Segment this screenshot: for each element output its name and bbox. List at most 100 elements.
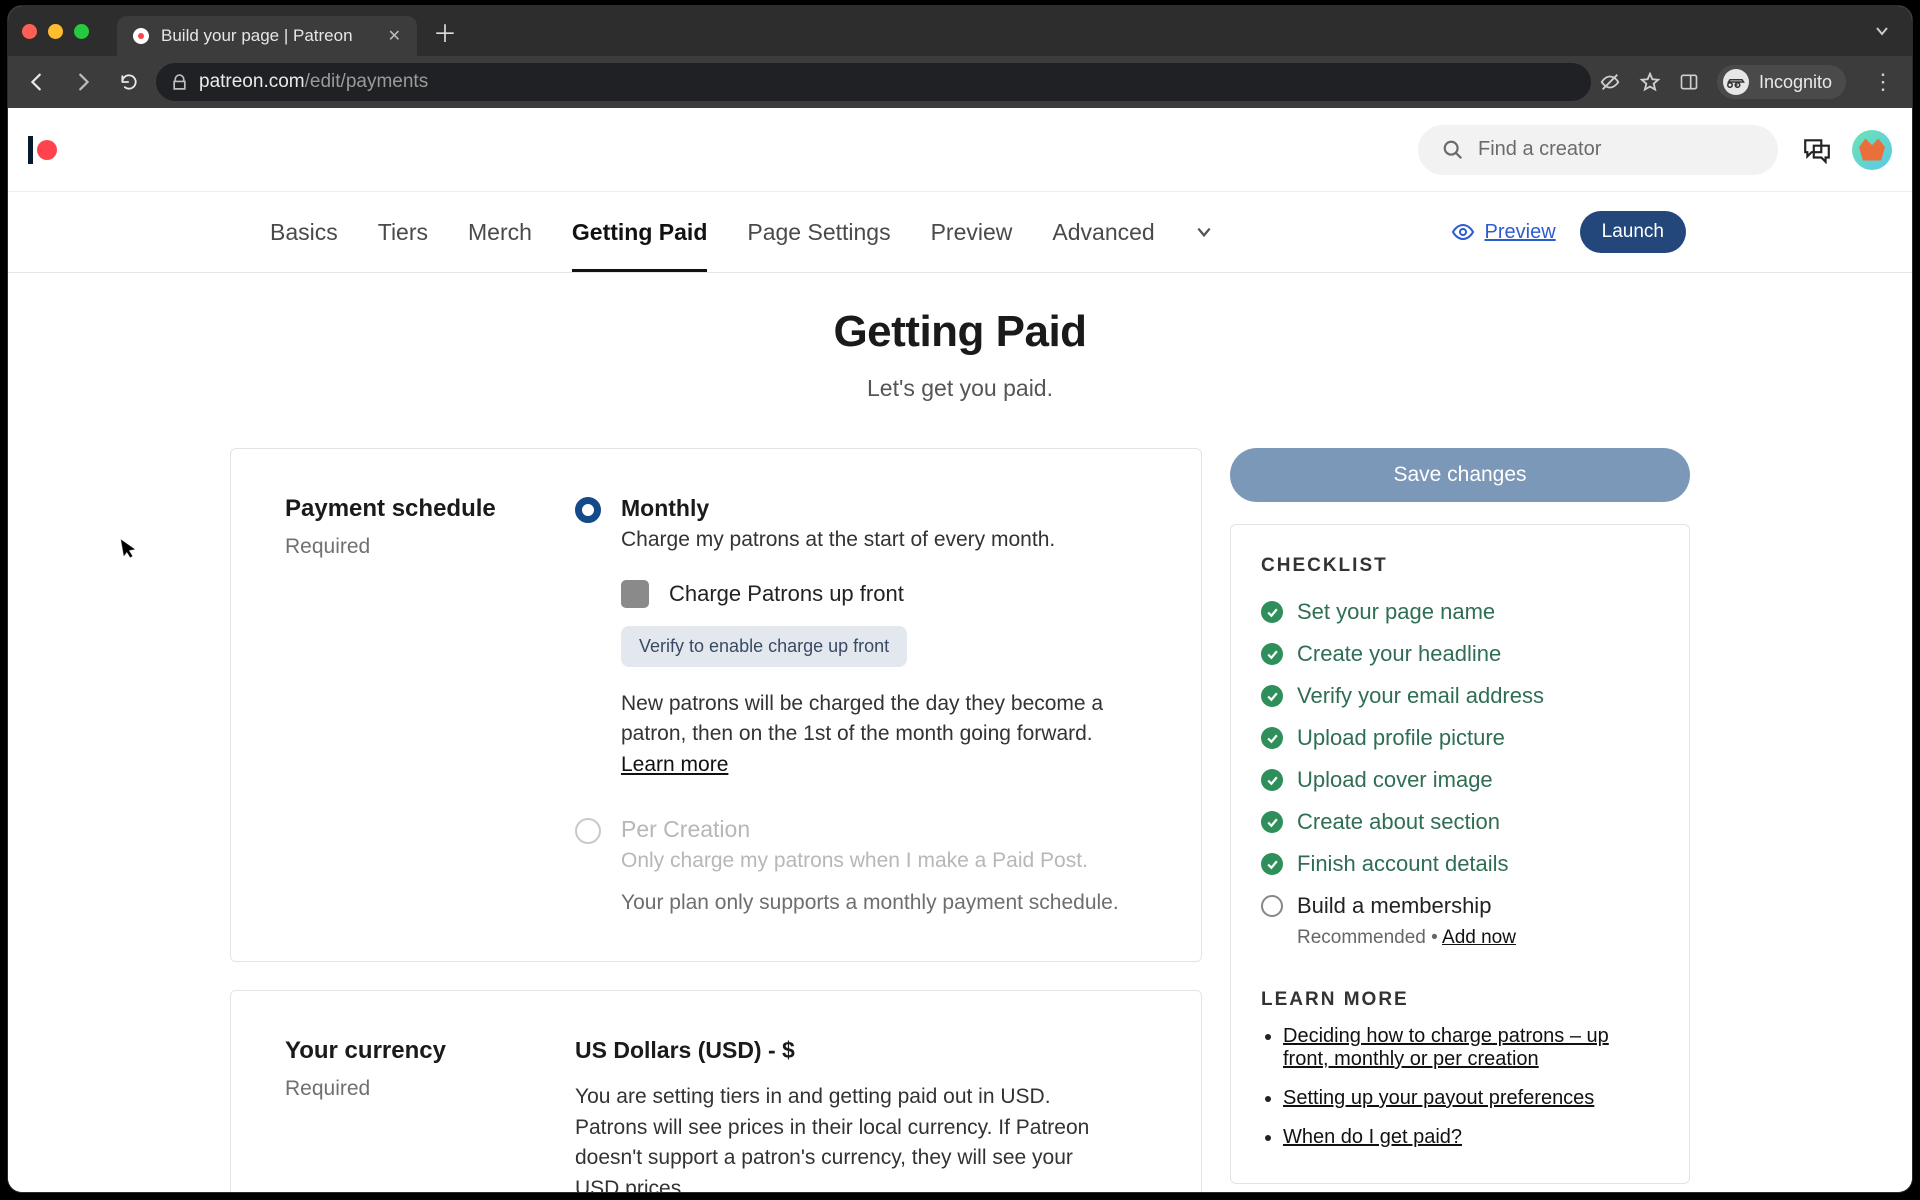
page-tabs: Basics Tiers Merch Getting Paid Page Set… (230, 192, 1690, 272)
tab-title: Build your page | Patreon (161, 26, 376, 46)
payment-schedule-heading: Payment schedule (285, 495, 535, 523)
charge-upfront-label: Charge Patrons up front (669, 581, 904, 607)
add-now-link[interactable]: Add now (1442, 927, 1516, 948)
check-icon (1261, 769, 1283, 791)
tab-basics[interactable]: Basics (270, 193, 338, 272)
url-path: /edit/payments (305, 71, 429, 92)
lock-icon (172, 74, 187, 91)
required-label: Required (285, 535, 535, 559)
checklist-item-label: Upload profile picture (1297, 725, 1505, 751)
currency-value: US Dollars (USD) - $ (575, 1037, 1147, 1064)
incognito-label: Incognito (1759, 72, 1832, 93)
star-icon[interactable] (1639, 71, 1661, 93)
tabs-more-icon[interactable] (1195, 223, 1213, 241)
app-header: Find a creator (8, 108, 1912, 192)
payment-schedule-card: Payment schedule Required Monthly Charge… (230, 448, 1202, 962)
tabs-overflow-icon[interactable] (1874, 23, 1890, 39)
patreon-logo[interactable] (28, 136, 57, 164)
checklist-item[interactable]: Create about section (1261, 809, 1659, 835)
window-controls (22, 24, 89, 39)
window-zoom[interactable] (74, 24, 89, 39)
check-icon (1261, 643, 1283, 665)
search-input[interactable]: Find a creator (1418, 125, 1778, 175)
tab-tiers[interactable]: Tiers (378, 193, 428, 272)
tab-favicon (133, 28, 149, 44)
launch-button[interactable]: Launch (1580, 211, 1686, 253)
radio-monthly-desc: Charge my patrons at the start of every … (621, 528, 1055, 552)
currency-heading: Your currency (285, 1037, 535, 1065)
checklist-item[interactable]: Verify your email address (1261, 683, 1659, 709)
checklist-item[interactable]: Build a membership (1261, 893, 1659, 919)
checklist-item-label: Finish account details (1297, 851, 1509, 877)
window-close[interactable] (22, 24, 37, 39)
checklist-heading: CHECKLIST (1261, 555, 1659, 577)
radio-per-creation-title: Per Creation (621, 816, 1088, 843)
checklist-item[interactable]: Set your page name (1261, 599, 1659, 625)
save-changes-button[interactable]: Save changes (1230, 448, 1690, 502)
checkbox-icon (621, 580, 649, 608)
browser-menu-icon[interactable]: ⋮ (1872, 69, 1894, 95)
search-icon (1442, 139, 1464, 161)
charge-upfront-checkbox[interactable]: Charge Patrons up front (621, 580, 1147, 608)
user-avatar[interactable] (1852, 130, 1892, 170)
new-tab-button[interactable]: ＋ (433, 14, 457, 49)
verify-upfront-pill[interactable]: Verify to enable charge up front (621, 626, 907, 667)
browser-tab-strip: Build your page | Patreon ✕ ＋ (8, 6, 1912, 56)
checklist-item[interactable]: Upload profile picture (1261, 725, 1659, 751)
window-minimize[interactable] (48, 24, 63, 39)
checklist-item[interactable]: Finish account details (1261, 851, 1659, 877)
checklist-card: CHECKLIST Set your page name Create your … (1230, 524, 1690, 1184)
upfront-info-text: New patrons will be charged the day they… (621, 689, 1147, 780)
check-icon (1261, 853, 1283, 875)
tab-getting-paid[interactable]: Getting Paid (572, 193, 707, 272)
checklist-item[interactable]: Create your headline (1261, 641, 1659, 667)
check-icon (1261, 685, 1283, 707)
learn-more-link[interactable]: Deciding how to charge patrons – up fron… (1283, 1025, 1609, 1070)
required-label: Required (285, 1077, 535, 1101)
currency-card: Your currency Required US Dollars (USD) … (230, 990, 1202, 1192)
check-icon (1261, 601, 1283, 623)
address-bar[interactable]: patreon.com/edit/payments (156, 63, 1591, 101)
tab-advanced[interactable]: Advanced (1052, 193, 1154, 272)
nav-reload-button[interactable] (110, 63, 148, 101)
radio-monthly-title: Monthly (621, 495, 1055, 522)
radio-per-creation: Per Creation Only charge my patrons when… (575, 816, 1147, 873)
check-icon (1261, 811, 1283, 833)
nav-forward-button[interactable] (64, 63, 102, 101)
radio-per-creation-desc: Only charge my patrons when I make a Pai… (621, 849, 1088, 873)
learn-more-item: Deciding how to charge patrons – up fron… (1283, 1025, 1659, 1071)
incognito-chip[interactable]: Incognito (1717, 65, 1846, 99)
checklist-item-label: Build a membership (1297, 893, 1491, 919)
tab-page-settings[interactable]: Page Settings (747, 193, 890, 272)
learn-more-link[interactable]: Setting up your payout preferences (1283, 1087, 1594, 1109)
tab-merch[interactable]: Merch (468, 193, 532, 272)
learn-more-link[interactable]: Learn more (621, 753, 728, 776)
checklist-item-label: Set your page name (1297, 599, 1495, 625)
eye-off-icon[interactable] (1599, 71, 1621, 93)
checklist-item[interactable]: Upload cover image (1261, 767, 1659, 793)
checklist-item-label: Upload cover image (1297, 767, 1493, 793)
learn-more-item: When do I get paid? (1283, 1126, 1659, 1149)
browser-toolbar: patreon.com/edit/payments Incognito ⋮ (8, 56, 1912, 108)
learn-more-heading: LEARN MORE (1261, 989, 1659, 1011)
search-placeholder: Find a creator (1478, 138, 1601, 161)
radio-monthly[interactable]: Monthly Charge my patrons at the start o… (575, 495, 1147, 552)
nav-back-button[interactable] (18, 63, 56, 101)
tab-close-icon[interactable]: ✕ (388, 26, 401, 46)
radio-selected-icon (575, 497, 601, 523)
browser-tab[interactable]: Build your page | Patreon ✕ (117, 16, 417, 56)
page-title: Getting Paid (230, 307, 1690, 357)
preview-link[interactable]: Preview (1451, 221, 1556, 244)
learn-more-link[interactable]: When do I get paid? (1283, 1126, 1462, 1148)
tab-preview[interactable]: Preview (931, 193, 1013, 272)
messages-icon[interactable] (1802, 136, 1832, 164)
url-host: patreon.com (199, 71, 305, 92)
checklist-pending-sub: Recommended • Add now (1297, 927, 1659, 949)
learn-more-item: Setting up your payout preferences (1283, 1087, 1659, 1110)
radio-unselected-icon (575, 818, 601, 844)
eye-icon (1451, 222, 1475, 242)
panel-icon[interactable] (1679, 72, 1699, 92)
page-subtitle: Let's get you paid. (230, 375, 1690, 402)
check-icon (1261, 727, 1283, 749)
currency-desc: You are setting tiers in and getting pai… (575, 1082, 1115, 1192)
